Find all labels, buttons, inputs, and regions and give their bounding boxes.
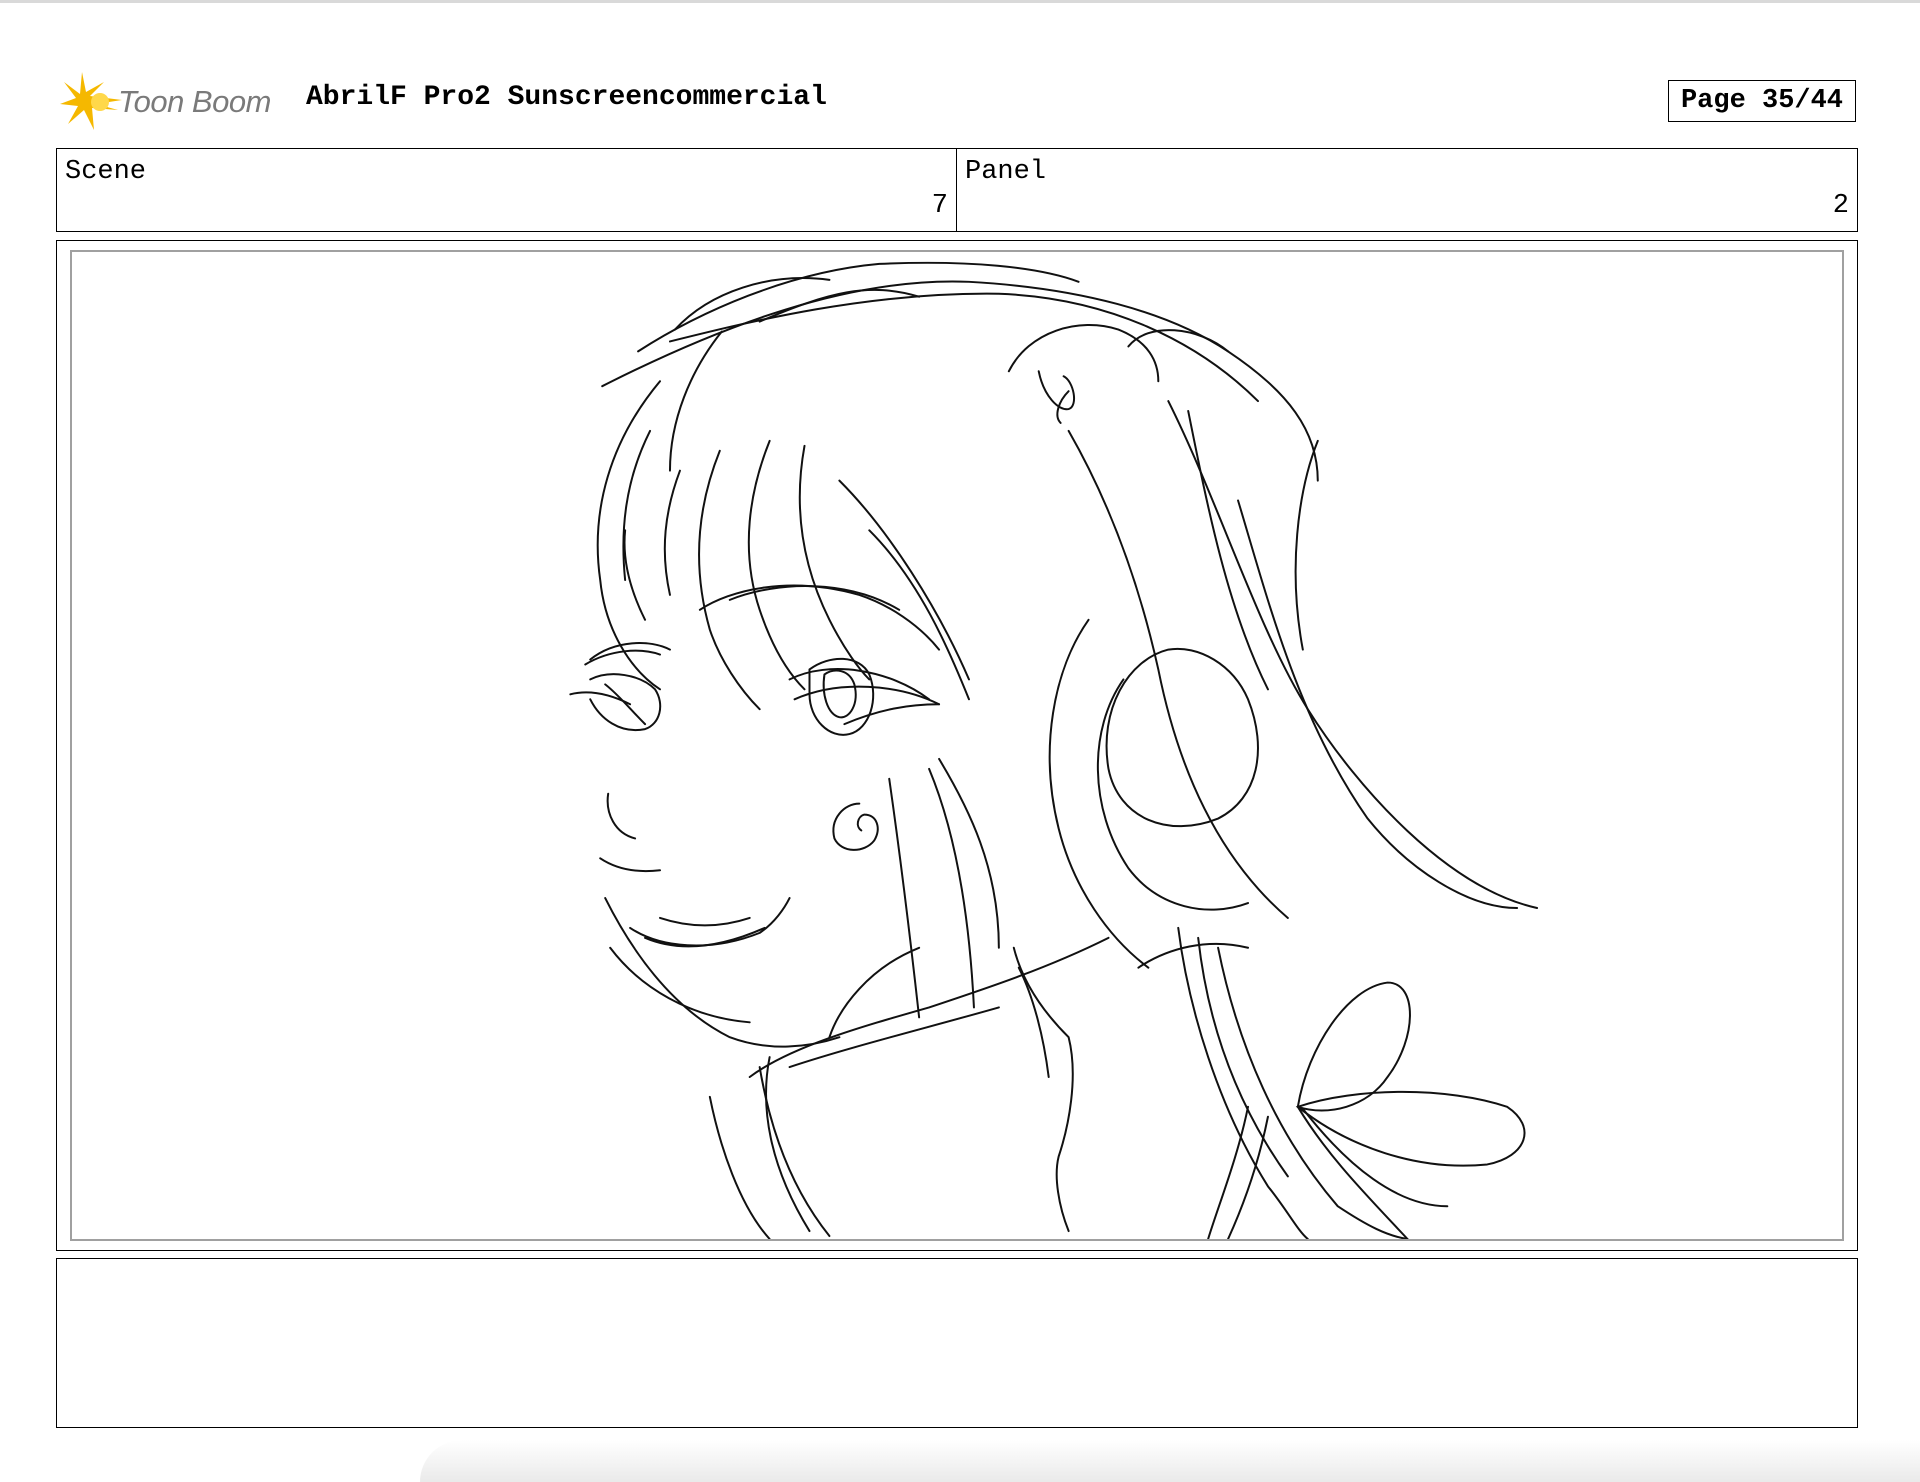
scene-label: Scene: [65, 157, 147, 187]
top-rule: [0, 0, 1920, 3]
sketch-drawing: [569, 261, 1539, 1239]
page-indicator: Page 35/44: [1668, 80, 1856, 122]
panel-label: Panel: [965, 157, 1047, 187]
scene-panel-info-row: Scene 7 Panel 2: [56, 148, 1858, 232]
panel-cell: Panel 2: [957, 149, 1857, 231]
sketch-strokes: [569, 261, 1539, 1239]
storyboard-panel-frame: [56, 240, 1858, 1251]
toon-boom-logo: Toon Boom: [60, 68, 290, 136]
panel-number: 2: [1832, 191, 1849, 221]
storyboard-panel-drawing-area: [70, 250, 1844, 1241]
logo-wordmark: Toon Boom: [118, 84, 271, 119]
toon-boom-star-icon: [60, 72, 122, 130]
scene-number: 7: [931, 191, 948, 221]
scene-cell: Scene 7: [57, 149, 957, 231]
panel-notes-box: [56, 1258, 1858, 1428]
project-title: AbrilF Pro2 Sunscreencommercial: [306, 82, 827, 113]
page-edge-shadow: [420, 1440, 1920, 1482]
